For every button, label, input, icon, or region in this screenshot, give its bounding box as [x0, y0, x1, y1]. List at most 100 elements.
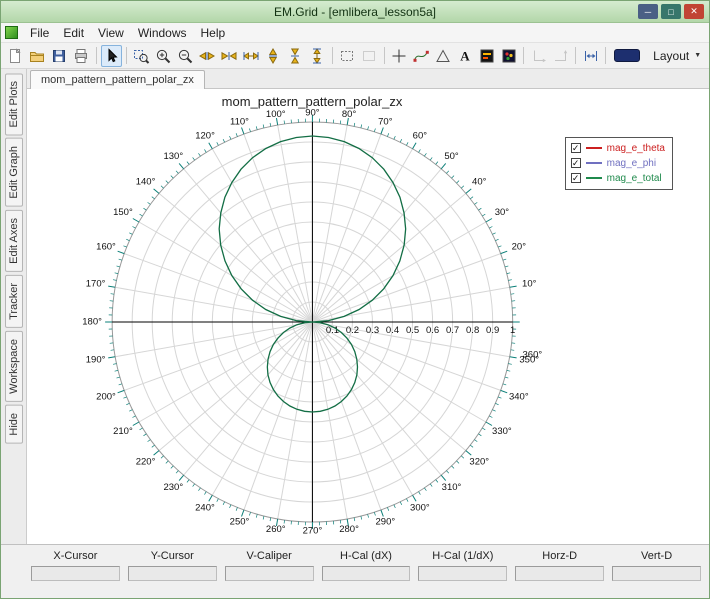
menu-windows[interactable]: Windows [131, 24, 194, 42]
crosshair-button[interactable] [389, 45, 410, 67]
svg-text:20°: 20° [512, 242, 527, 253]
print-button[interactable] [71, 45, 92, 67]
select-region-button[interactable] [359, 45, 380, 67]
side-tab-tracker[interactable]: Tracker [5, 275, 23, 328]
svg-text:230°: 230° [163, 482, 183, 493]
svg-text:A: A [460, 48, 470, 63]
menubar: FileEditViewWindowsHelp [1, 23, 709, 43]
axis-y-button[interactable] [550, 45, 571, 67]
triangle-marker-icon [434, 47, 452, 65]
svg-text:170°: 170° [86, 278, 106, 289]
zoom-window-button[interactable] [131, 45, 152, 67]
minimize-icon: ─ [645, 7, 651, 17]
axis-x-button[interactable] [528, 45, 549, 67]
checkbox-icon[interactable]: ✓ [571, 158, 581, 168]
legend-item: ✓mag_e_total [571, 172, 665, 184]
status-header-y-cursor: Y-Cursor [128, 547, 217, 562]
save-file-icon [50, 47, 68, 65]
menu-edit[interactable]: Edit [56, 24, 91, 42]
layout-button[interactable]: Layout▼ [645, 46, 709, 66]
side-tab-workspace[interactable]: Workspace [5, 331, 23, 402]
status-header-h-cal-dx: H-Cal (dX) [322, 547, 411, 562]
toolbar-separator [575, 47, 576, 64]
fit-y-icon [308, 47, 326, 65]
status-grid: X-CursorY-CursorV-CaliperH-Cal (dX)H-Cal… [31, 547, 701, 581]
side-tab-edit-graph[interactable]: Edit Graph [5, 138, 23, 207]
svg-text:190°: 190° [86, 355, 106, 366]
spline-fit-button[interactable] [410, 45, 431, 67]
minimize-button[interactable]: ─ [638, 4, 658, 19]
triangle-marker-button[interactable] [432, 45, 453, 67]
menu-file[interactable]: File [23, 24, 56, 42]
select-region-icon [360, 47, 378, 65]
svg-text:160°: 160° [96, 242, 116, 253]
titlebar[interactable]: EM.Grid - [emlibera_lesson5a] ─ □ ✕ [1, 1, 709, 23]
legend-item: ✓ mag_e_theta [571, 142, 665, 154]
save-file-button[interactable] [49, 45, 70, 67]
close-button[interactable]: ✕ [684, 4, 704, 19]
svg-text:180°: 180° [82, 317, 102, 328]
fit-width-button[interactable] [580, 45, 601, 67]
maximize-button[interactable]: □ [661, 4, 681, 19]
text-label-button[interactable]: A [454, 45, 475, 67]
checkbox-icon[interactable]: ✓ [571, 173, 581, 183]
toolbar-separator [523, 47, 524, 64]
compress-x-button[interactable] [219, 45, 240, 67]
checkbox-icon[interactable]: ✓ [571, 143, 581, 153]
window-title: EM.Grid - [emlibera_lesson5a] [1, 5, 709, 19]
compress-x-icon [220, 47, 238, 65]
legend-item: ✓mag_e_phi [571, 157, 665, 169]
axis-y-icon [552, 47, 570, 65]
emgrid-app-icon[interactable] [5, 26, 18, 39]
new-file-button[interactable] [5, 45, 26, 67]
compress-y-button[interactable] [285, 45, 306, 67]
palette-button[interactable] [498, 45, 519, 67]
side-tab-edit-axes[interactable]: Edit Axes [5, 210, 23, 272]
fit-y-button[interactable] [307, 45, 328, 67]
status-header-horz-d: Horz-D [515, 547, 604, 562]
line-style-swatch[interactable] [614, 49, 640, 62]
status-field-h-cal-1-dx [418, 566, 507, 581]
zoom-in-button[interactable] [153, 45, 174, 67]
svg-text:150°: 150° [113, 207, 133, 218]
side-tab-hide[interactable]: Hide [5, 405, 23, 444]
right-column: mom_pattern_pattern_polar_zx mom_pattern… [27, 69, 709, 544]
status-header-h-cal-1-dx: H-Cal (1/dX) [418, 547, 507, 562]
toolbar-separator [384, 47, 385, 64]
select-rect-button[interactable] [337, 45, 358, 67]
svg-text:300°: 300° [410, 502, 430, 513]
svg-text:270°: 270° [303, 526, 323, 537]
expand-x-button[interactable] [197, 45, 218, 67]
expand-y-icon [264, 47, 282, 65]
svg-text:250°: 250° [230, 516, 250, 527]
zoom-out-button[interactable] [175, 45, 196, 67]
svg-text:220°: 220° [136, 456, 156, 467]
open-file-icon [28, 47, 46, 65]
svg-text:200°: 200° [96, 392, 116, 403]
menu-help[interactable]: Help [194, 24, 233, 42]
status-bar: X-CursorY-CursorV-CaliperH-Cal (dX)H-Cal… [1, 544, 709, 598]
status-field-x-cursor [31, 566, 120, 581]
status-header-v-caliper: V-Caliper [225, 547, 314, 562]
fit-x-button[interactable] [241, 45, 262, 67]
svg-text:240°: 240° [195, 502, 215, 513]
expand-y-button[interactable] [263, 45, 284, 67]
document-tab-mom-pattern-pattern-polar-zx[interactable]: mom_pattern_pattern_polar_zx [30, 70, 205, 89]
svg-text:60°: 60° [413, 131, 428, 142]
palette-icon [500, 47, 518, 65]
colormap-button[interactable] [476, 45, 497, 67]
side-tab-edit-plots[interactable]: Edit Plots [5, 73, 23, 135]
open-file-button[interactable] [27, 45, 48, 67]
status-field-vert-d [612, 566, 701, 581]
crosshair-icon [390, 47, 408, 65]
svg-text:210°: 210° [113, 426, 133, 437]
close-icon: ✕ [690, 6, 698, 17]
menu-view[interactable]: View [91, 24, 131, 42]
pointer-button[interactable] [101, 45, 122, 67]
svg-text:260°: 260° [266, 524, 286, 535]
svg-text:10°: 10° [522, 278, 537, 289]
legend: ✓ mag_e_theta ✓mag_e_phi ✓mag_e_total [565, 137, 673, 190]
legend-label: mag_e_theta [607, 143, 665, 154]
zoom-window-icon [132, 47, 150, 65]
svg-text:90°: 90° [305, 108, 320, 119]
